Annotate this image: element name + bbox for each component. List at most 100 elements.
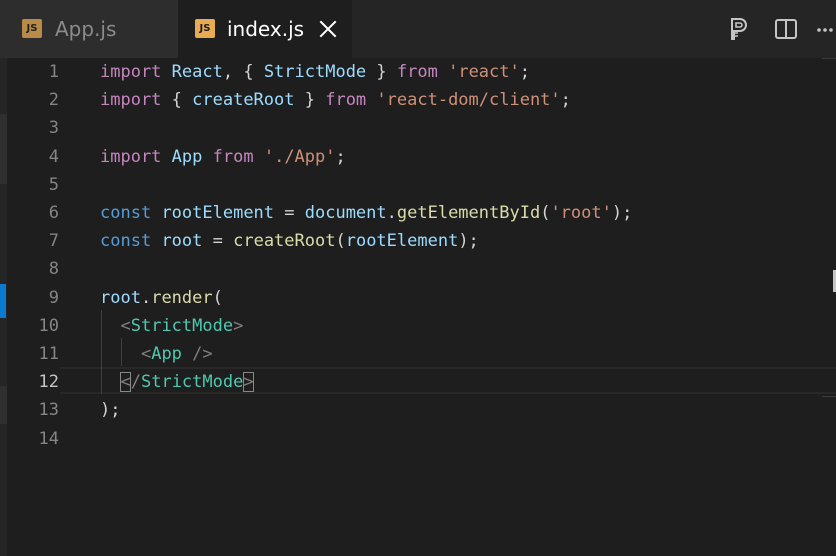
code-line[interactable]: const rootElement = document.getElementB… [100,199,632,227]
code-line[interactable]: import React, { StrictMode } from 'react… [100,58,530,86]
code-editor-window: JS App.js JS index.js 1 2 3 4 5 6 7 8 9 … [0,0,836,556]
code-token: { [161,90,193,111]
code-token: ; [519,62,530,82]
split-editor-icon[interactable] [771,14,801,44]
code-token: ( [540,203,551,223]
code-editor[interactable]: 1 2 3 4 5 6 7 8 9 10 11 12 13 14 import React, { Stri… [0,58,836,556]
code-token: rootElement [345,231,459,252]
code-token: StrictMode [130,315,234,336]
code-token: /> [181,344,213,364]
code-token: ); [100,400,121,421]
line-number: 4 [48,146,59,167]
code-token: / [130,372,141,393]
line-number: 1 [48,62,59,82]
line-number: 12 [38,372,59,393]
code-token: from [396,62,438,82]
code-line[interactable]: </StrictMode> [100,368,254,396]
code-token: ( [212,287,223,308]
code-line[interactable]: ); [100,396,120,424]
code-token: } [366,62,397,82]
line-number: 8 [48,259,59,280]
code-token: createRoot [233,231,336,252]
code-token: = [202,231,234,252]
code-token: StrictMode [263,62,367,82]
code-token: import [100,90,162,111]
close-icon[interactable] [316,17,340,41]
code-token: const [100,203,152,223]
code-token: > [233,315,244,336]
line-number: 13 [38,400,59,421]
code-line[interactable]: import App from './App'; [100,143,346,171]
code-token: = [274,203,305,223]
code-token: rootElement [161,203,275,223]
code-token: createRoot [192,90,295,111]
code-token: . [386,203,397,223]
code-token: root [161,231,203,252]
code-token: 'react' [448,62,520,82]
code-line[interactable]: import { createRoot } from 'react-dom/cl… [100,86,571,114]
code-line[interactable]: <StrictMode> [100,312,243,340]
code-token: render [151,287,213,308]
code-line[interactable]: root.render( [100,284,223,312]
code-token: , { [222,62,264,82]
tab-index-js[interactable]: JS index.js [178,0,352,58]
code-token: root [100,287,141,308]
code-token: React [171,62,223,82]
code-token: './App' [263,146,336,167]
code-token: . [140,287,152,308]
code-token: ( [335,231,346,252]
scrollbar-divider [822,396,836,397]
code-token: ); [458,231,479,252]
code-line[interactable]: const root = createRoot(rootElement); [100,227,479,255]
code-token: document [304,203,387,223]
line-number: 5 [48,174,59,195]
code-token: from [212,146,254,167]
scrollbar-divider [822,58,836,59]
code-token: const [100,231,152,252]
js-file-icon: JS [22,19,42,38]
line-number: 11 [38,344,59,364]
line-number: 10 [38,315,59,336]
js-file-icon: JS [195,19,215,38]
code-token: < [140,344,152,364]
tab-label: index.js [227,17,305,41]
line-number: 3 [48,118,59,139]
code-token: 'react-dom/client' [376,90,561,111]
code-token: > [243,372,254,393]
line-number: 7 [48,231,59,252]
tab-label: App.js [55,17,117,41]
code-line[interactable]: <App /> [100,340,213,368]
code-token: ); [611,203,633,223]
code-token: } [294,90,326,111]
code-token: App [151,344,182,364]
code-token: ; [335,146,346,167]
line-number: 2 [48,90,59,111]
code-token: StrictMode [140,372,244,393]
code-token: import [100,62,162,82]
code-token: < [120,372,131,393]
tab-app-js[interactable]: JS App.js [0,0,178,58]
line-number: 9 [48,287,59,308]
more-actions-icon[interactable] [810,14,836,44]
line-number: 14 [38,428,59,449]
open-preview-icon[interactable] [723,14,753,44]
code-token: < [120,315,131,336]
code-token: 'root' [550,203,612,223]
code-token: App [171,146,203,167]
line-number: 6 [48,203,59,223]
editor-tab-bar: JS App.js JS index.js [0,0,836,58]
code-token: ; [560,90,571,111]
code-token: from [325,90,367,111]
code-token: getElementById [396,203,541,223]
